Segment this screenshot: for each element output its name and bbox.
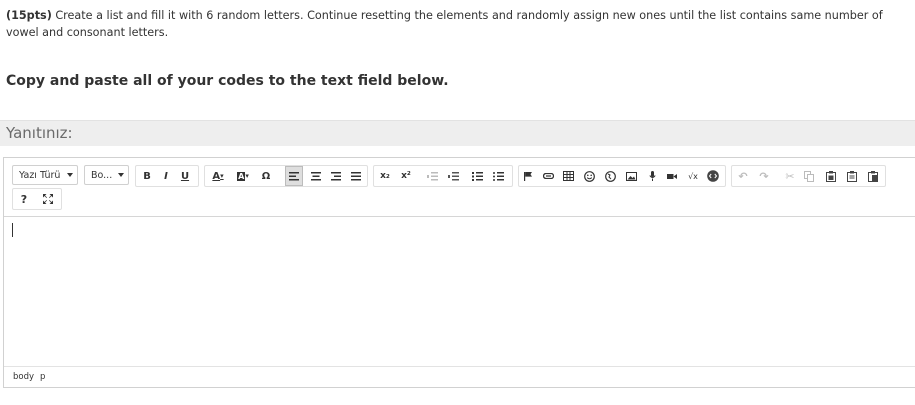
instruction-text: Copy and paste all of your codes to the … xyxy=(6,73,449,89)
emoji-icon[interactable] xyxy=(580,166,598,186)
editor-toolbar: Yazı Türü Bo... B I U A ▾ A ▾ Ω x₂ x² √x… xyxy=(4,158,915,217)
underline-button[interactable]: U xyxy=(176,166,194,186)
font-family-value: Yazı Türü xyxy=(19,169,61,181)
subscript-button[interactable]: x₂ xyxy=(376,166,394,186)
copy-icon[interactable] xyxy=(800,166,818,186)
text-cursor xyxy=(12,223,13,237)
align-center-icon[interactable] xyxy=(307,166,325,186)
chevron-down-icon xyxy=(118,173,124,177)
rich-text-editor: Yazı Türü Bo... B I U A ▾ A ▾ Ω x₂ x² √x… xyxy=(3,157,915,388)
font-size-select[interactable]: Bo... xyxy=(84,165,129,185)
answer-label-bar: Yanıtınız: xyxy=(0,120,915,146)
video-icon[interactable] xyxy=(663,166,681,186)
cut-icon[interactable]: ✂ xyxy=(781,166,799,186)
image-icon[interactable] xyxy=(622,166,640,186)
bold-button[interactable]: B xyxy=(138,166,156,186)
globe-icon[interactable] xyxy=(601,166,619,186)
undo-icon[interactable]: ↶ xyxy=(734,166,752,186)
paste-icon[interactable] xyxy=(822,166,840,186)
background-color-icon: A xyxy=(237,171,246,181)
answer-label: Yanıtınız: xyxy=(6,124,73,142)
path-p[interactable]: p xyxy=(40,372,45,382)
align-right-icon[interactable] xyxy=(327,166,345,186)
font-family-select[interactable]: Yazı Türü xyxy=(12,165,78,185)
flag-icon[interactable] xyxy=(519,166,537,186)
paste-text-icon[interactable] xyxy=(843,166,861,186)
special-char-button[interactable]: Ω xyxy=(257,166,275,186)
bullet-list-icon[interactable] xyxy=(489,166,507,186)
outdent-icon[interactable] xyxy=(423,166,441,186)
font-size-value: Bo... xyxy=(91,169,113,181)
sqrt-icon[interactable]: √x xyxy=(684,166,702,186)
fullscreen-icon[interactable] xyxy=(39,189,57,209)
code-icon[interactable] xyxy=(704,166,722,186)
italic-button[interactable]: I xyxy=(157,166,175,186)
editor-content-area[interactable] xyxy=(4,217,915,367)
question-body: Create a list and fill it with 6 random … xyxy=(6,9,883,39)
indent-icon[interactable] xyxy=(444,166,462,186)
question-text: (15pts) Create a list and fill it with 6… xyxy=(6,7,906,41)
question-points: (15pts) xyxy=(6,9,52,22)
chevron-down-icon xyxy=(67,173,73,177)
text-color-icon: A xyxy=(212,170,221,182)
link-icon[interactable] xyxy=(539,166,557,186)
table-icon[interactable] xyxy=(559,166,577,186)
align-justify-icon[interactable] xyxy=(347,166,365,186)
help-button[interactable]: ? xyxy=(15,189,33,209)
superscript-button[interactable]: x² xyxy=(397,166,415,186)
microphone-icon[interactable] xyxy=(643,166,661,186)
path-body[interactable]: body xyxy=(13,372,34,382)
paste-word-icon[interactable] xyxy=(864,166,882,186)
element-path-bar: body p xyxy=(4,366,915,387)
background-color-button[interactable]: A ▾ xyxy=(232,166,254,186)
numbered-list-icon[interactable] xyxy=(468,166,486,186)
align-left-icon[interactable] xyxy=(285,166,303,186)
redo-icon[interactable]: ↷ xyxy=(755,166,773,186)
text-color-button[interactable]: A ▾ xyxy=(207,166,229,186)
